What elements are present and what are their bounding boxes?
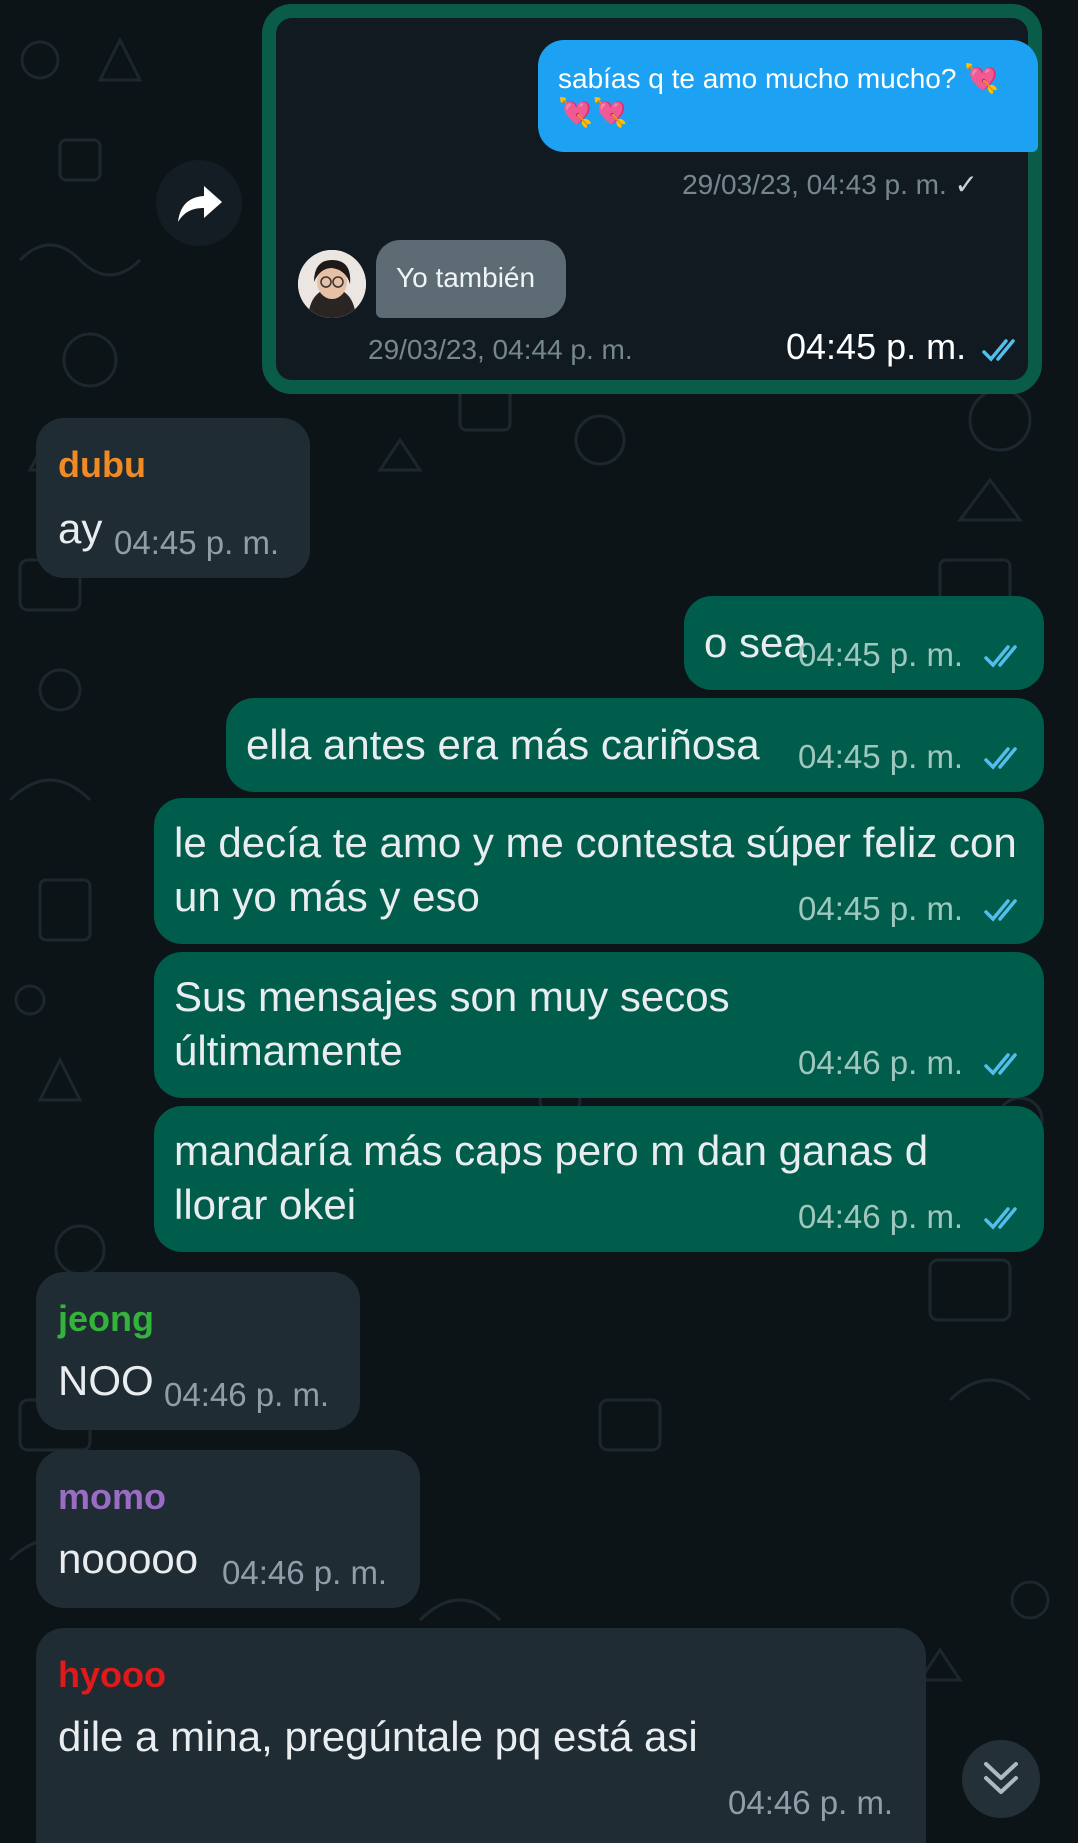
outgoing-message[interactable]: le decía te amo y me contesta súper feli… — [154, 798, 1044, 944]
message-time: 04:46 p. m. — [798, 1044, 964, 1081]
incoming-message[interactable]: hyooo dile a mina, pregúntale pq está as… — [36, 1628, 926, 1843]
quoted-incoming-text: Yo también — [396, 262, 536, 293]
message-time: 04:46 p. m. — [798, 1198, 964, 1235]
chevron-double-down-icon — [984, 1762, 1018, 1794]
sender-name: hyooo — [58, 1654, 166, 1695]
card-send-time: 04:45 p. m. — [786, 326, 967, 367]
message-time: 04:46 p. m. — [222, 1554, 388, 1591]
message-text: o sea — [704, 619, 807, 666]
sender-name: momo — [58, 1476, 166, 1517]
double-check-icon — [982, 339, 1015, 362]
forward-button[interactable] — [156, 160, 242, 246]
outgoing-message[interactable]: mandaría más caps pero m dan ganas d llo… — [154, 1106, 1044, 1252]
avatar — [298, 250, 366, 318]
message-text: NOO — [58, 1357, 154, 1404]
quoted-outgoing-text: sabías q te amo mucho mucho? 💘💘💘 — [558, 63, 1000, 128]
outgoing-message[interactable]: ella antes era más cariñosa 04:45 p. m. — [226, 698, 1044, 792]
message-time: 04:46 p. m. — [728, 1784, 894, 1821]
forward-arrow-icon — [178, 186, 222, 222]
sender-name: jeong — [58, 1298, 154, 1339]
double-check-icon — [984, 899, 1017, 922]
outgoing-message[interactable]: o sea 04:45 p. m. — [684, 596, 1044, 690]
incoming-message[interactable]: dubu ay 04:45 p. m. — [36, 418, 310, 578]
message-time: 04:45 p. m. — [798, 636, 964, 673]
message-time: 04:45 p. m. — [798, 738, 964, 775]
message-time: 04:45 p. m. — [114, 524, 280, 561]
message-time: 04:46 p. m. — [164, 1376, 330, 1413]
outgoing-message[interactable]: Sus mensajes son muy secos últimamente 0… — [154, 952, 1044, 1098]
message-text: Sus mensajes son muy secos últimamente — [174, 973, 730, 1074]
scroll-to-bottom-button[interactable] — [962, 1740, 1040, 1818]
quoted-incoming-timestamp: 29/03/23, 04:44 p. m. — [368, 334, 633, 365]
message-time: 04:45 p. m. — [798, 890, 964, 927]
incoming-message[interactable]: jeong NOO 04:46 p. m. — [36, 1272, 360, 1430]
message-text: ay — [58, 505, 103, 552]
sender-name: dubu — [58, 444, 146, 485]
double-check-icon — [984, 1207, 1017, 1230]
single-check-icon: ✓ — [954, 169, 978, 200]
incoming-message[interactable]: momo nooooo 04:46 p. m. — [36, 1450, 420, 1608]
message-text: ella antes era más cariñosa — [246, 721, 760, 768]
double-check-icon — [984, 747, 1017, 770]
quoted-incoming-bubble: Yo también — [376, 240, 566, 318]
quoted-outgoing-bubble: sabías q te amo mucho mucho? 💘💘💘 — [538, 40, 1038, 152]
quoted-screenshot-card[interactable]: sabías q te amo mucho mucho? 💘💘💘 29/03/2… — [262, 4, 1042, 394]
message-text: nooooo — [58, 1535, 199, 1582]
quoted-outgoing-timestamp: 29/03/23, 04:43 p. m. ✓ — [682, 169, 978, 200]
double-check-icon — [984, 1053, 1017, 1076]
double-check-icon — [984, 645, 1017, 668]
message-text: dile a mina, pregúntale pq está asi — [58, 1713, 698, 1760]
